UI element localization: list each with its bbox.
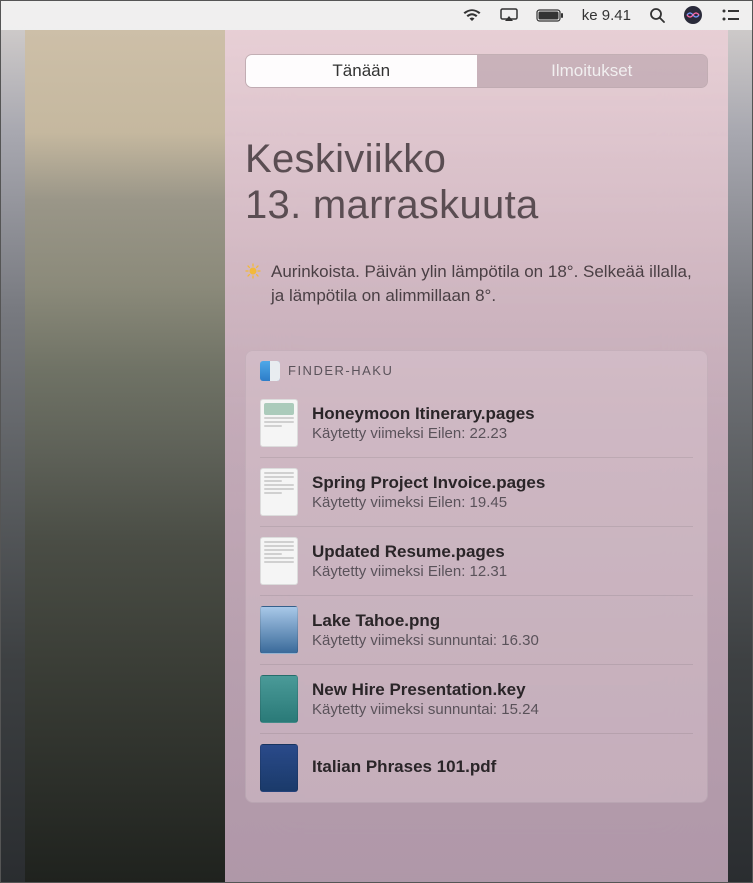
file-name: New Hire Presentation.key bbox=[312, 680, 693, 700]
file-meta: Käytetty viimeksi sunnuntai: 15.24 bbox=[312, 701, 693, 718]
spotlight-icon[interactable] bbox=[649, 7, 665, 23]
file-row[interactable]: Italian Phrases 101.pdf bbox=[260, 734, 693, 802]
airplay-icon[interactable] bbox=[500, 8, 518, 22]
widget-file-list: Honeymoon Itinerary.pages Käytetty viime… bbox=[246, 389, 707, 802]
file-row[interactable]: Honeymoon Itinerary.pages Käytetty viime… bbox=[260, 389, 693, 458]
notification-center-icon[interactable] bbox=[721, 8, 739, 22]
file-name: Italian Phrases 101.pdf bbox=[312, 757, 693, 777]
file-thumbnail bbox=[260, 537, 298, 585]
finder-icon bbox=[260, 361, 280, 381]
menubar-clock[interactable]: ke 9.41 bbox=[582, 7, 631, 24]
weather-text: Aurinkoista. Päivän ylin lämpötila on 18… bbox=[271, 260, 708, 308]
sun-icon bbox=[245, 262, 261, 286]
file-thumbnail bbox=[260, 468, 298, 516]
battery-icon[interactable] bbox=[536, 9, 564, 22]
file-thumbnail bbox=[260, 399, 298, 447]
date-weekday: Keskiviikko bbox=[245, 136, 708, 182]
file-meta: Käytetty viimeksi sunnuntai: 16.30 bbox=[312, 632, 693, 649]
file-thumbnail bbox=[260, 675, 298, 723]
file-row[interactable]: New Hire Presentation.key Käytetty viime… bbox=[260, 665, 693, 734]
widget-title: FINDER-HAKU bbox=[288, 363, 393, 378]
widget-header: FINDER-HAKU bbox=[246, 351, 707, 389]
notification-center-panel: Tänään Ilmoitukset Keskiviikko 13. marra… bbox=[225, 30, 728, 883]
weather-summary[interactable]: Aurinkoista. Päivän ylin lämpötila on 18… bbox=[245, 260, 708, 308]
notification-center-tabs: Tänään Ilmoitukset bbox=[245, 54, 708, 88]
file-row[interactable]: Updated Resume.pages Käytetty viimeksi E… bbox=[260, 527, 693, 596]
file-name: Spring Project Invoice.pages bbox=[312, 473, 693, 493]
file-thumbnail bbox=[260, 744, 298, 792]
file-meta: Käytetty viimeksi Eilen: 22.23 bbox=[312, 425, 693, 442]
finder-search-widget: FINDER-HAKU Honeymoon Itinerary.pages Kä… bbox=[245, 350, 708, 803]
file-name: Honeymoon Itinerary.pages bbox=[312, 404, 693, 424]
tab-notifications[interactable]: Ilmoitukset bbox=[477, 55, 708, 87]
file-meta: Käytetty viimeksi Eilen: 12.31 bbox=[312, 563, 693, 580]
file-row[interactable]: Spring Project Invoice.pages Käytetty vi… bbox=[260, 458, 693, 527]
date-full: 13. marraskuuta bbox=[245, 182, 708, 228]
today-date-header: Keskiviikko 13. marraskuuta bbox=[245, 136, 708, 228]
siri-icon[interactable] bbox=[683, 5, 703, 25]
menubar: ke 9.41 bbox=[0, 0, 753, 30]
tab-today[interactable]: Tänään bbox=[246, 55, 477, 87]
desktop-wallpaper bbox=[25, 30, 225, 883]
file-meta: Käytetty viimeksi Eilen: 19.45 bbox=[312, 494, 693, 511]
wifi-icon[interactable] bbox=[462, 8, 482, 22]
file-name: Lake Tahoe.png bbox=[312, 611, 693, 631]
file-thumbnail bbox=[260, 606, 298, 654]
file-row[interactable]: Lake Tahoe.png Käytetty viimeksi sunnunt… bbox=[260, 596, 693, 665]
file-name: Updated Resume.pages bbox=[312, 542, 693, 562]
